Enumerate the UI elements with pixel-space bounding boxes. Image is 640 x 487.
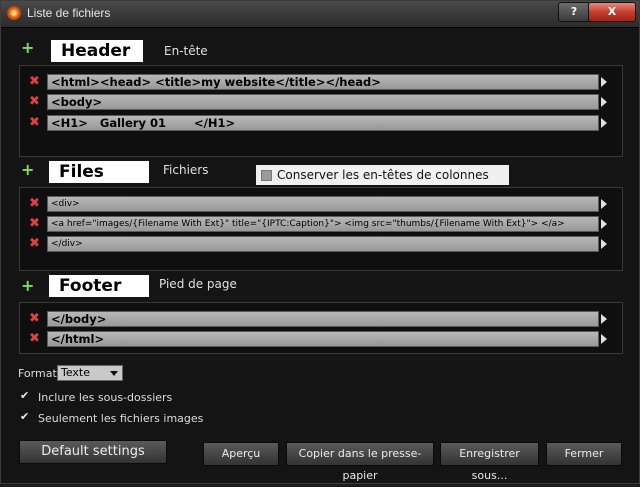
delete-x-icon[interactable]: ✖ [29, 94, 40, 110]
include-subfolders-label[interactable]: Inclure les sous-dossiers [38, 391, 172, 404]
format-select[interactable]: Texte [57, 365, 123, 381]
arrow-right-icon[interactable] [601, 118, 607, 128]
window-title: Liste de fichiers [27, 6, 111, 20]
delete-x-icon[interactable]: ✖ [29, 311, 40, 327]
file-list-window: Liste de fichiers ? X + Header En-tête ✖… [0, 0, 640, 484]
delete-x-icon[interactable]: ✖ [29, 196, 40, 212]
header-section-subtitle: En-tête [164, 44, 208, 58]
header-row: ✖ <html><head> <title>my website</title>… [28, 74, 614, 90]
format-select-value: Texte [61, 366, 91, 379]
header-row: ✖ <H1> Gallery 01 </H1> [28, 115, 614, 131]
arrow-right-icon[interactable] [601, 97, 607, 107]
app-icon [7, 6, 21, 20]
preview-button[interactable]: Aperçu [203, 442, 279, 466]
files-row: ✖ </div> [28, 236, 614, 252]
title-bar[interactable]: Liste de fichiers ? X [1, 1, 639, 28]
arrow-right-icon[interactable] [601, 219, 607, 229]
files-row-field[interactable]: <a href="images/{Filename With Ext}" tit… [47, 216, 599, 232]
header-row: ✖ <body> [28, 94, 614, 110]
add-files-row-plus-icon[interactable]: + [21, 162, 34, 178]
delete-x-icon[interactable]: ✖ [29, 236, 40, 252]
format-label: Format [18, 367, 57, 380]
files-row-field[interactable]: </div> [47, 236, 599, 252]
footer-section-subtitle: Pied de page [159, 277, 237, 291]
chevron-down-icon[interactable] [110, 371, 118, 376]
footer-section-title: Footer [49, 275, 149, 297]
delete-x-icon[interactable]: ✖ [29, 74, 40, 90]
footer-row: ✖ </html> [28, 331, 614, 347]
window-close-button[interactable]: X [588, 2, 636, 22]
delete-x-icon[interactable]: ✖ [29, 331, 40, 347]
delete-x-icon[interactable]: ✖ [29, 115, 40, 131]
header-row-field[interactable]: <body> [47, 94, 599, 110]
keep-column-headers-label: Conserver les en-têtes de colonnes [277, 168, 489, 182]
arrow-right-icon[interactable] [601, 77, 607, 87]
add-footer-row-plus-icon[interactable]: + [21, 278, 34, 294]
help-button[interactable]: ? [558, 2, 590, 22]
arrow-right-icon[interactable] [601, 199, 607, 209]
header-row-field[interactable]: <H1> Gallery 01 </H1> [47, 115, 599, 131]
save-as-button[interactable]: Enregistrer sous... [440, 442, 539, 482]
footer-row-field[interactable]: </body> [47, 311, 599, 327]
files-section-title: Files [49, 161, 149, 183]
files-row: ✖ <div> [28, 196, 614, 212]
files-section-subtitle: Fichiers [163, 163, 209, 177]
checkmark-icon[interactable]: ✔ [20, 410, 29, 423]
arrow-right-icon[interactable] [601, 239, 607, 249]
delete-x-icon[interactable]: ✖ [29, 216, 40, 232]
keep-column-headers-checkbox[interactable]: Conserver les en-têtes de colonnes [256, 165, 509, 185]
footer-row-field[interactable]: </html> [47, 331, 599, 347]
close-button[interactable]: Fermer [546, 442, 622, 466]
checkmark-icon[interactable]: ✔ [20, 389, 29, 402]
footer-row: ✖ </body> [28, 311, 614, 327]
add-header-row-plus-icon[interactable]: + [21, 40, 34, 56]
images-only-label[interactable]: Seulement les fichiers images [38, 412, 203, 425]
arrow-right-icon[interactable] [601, 334, 607, 344]
default-settings-button[interactable]: Default settings [19, 440, 167, 464]
header-section-title: Header [51, 40, 143, 62]
header-row-field[interactable]: <html><head> <title>my website</title></… [47, 74, 599, 90]
arrow-right-icon[interactable] [601, 314, 607, 324]
checkbox-unchecked-icon[interactable] [261, 170, 272, 181]
files-row: ✖ <a href="images/{Filename With Ext}" t… [28, 216, 614, 232]
files-row-field[interactable]: <div> [47, 196, 599, 212]
copy-to-clipboard-button[interactable]: Copier dans le presse-papier [286, 442, 434, 482]
